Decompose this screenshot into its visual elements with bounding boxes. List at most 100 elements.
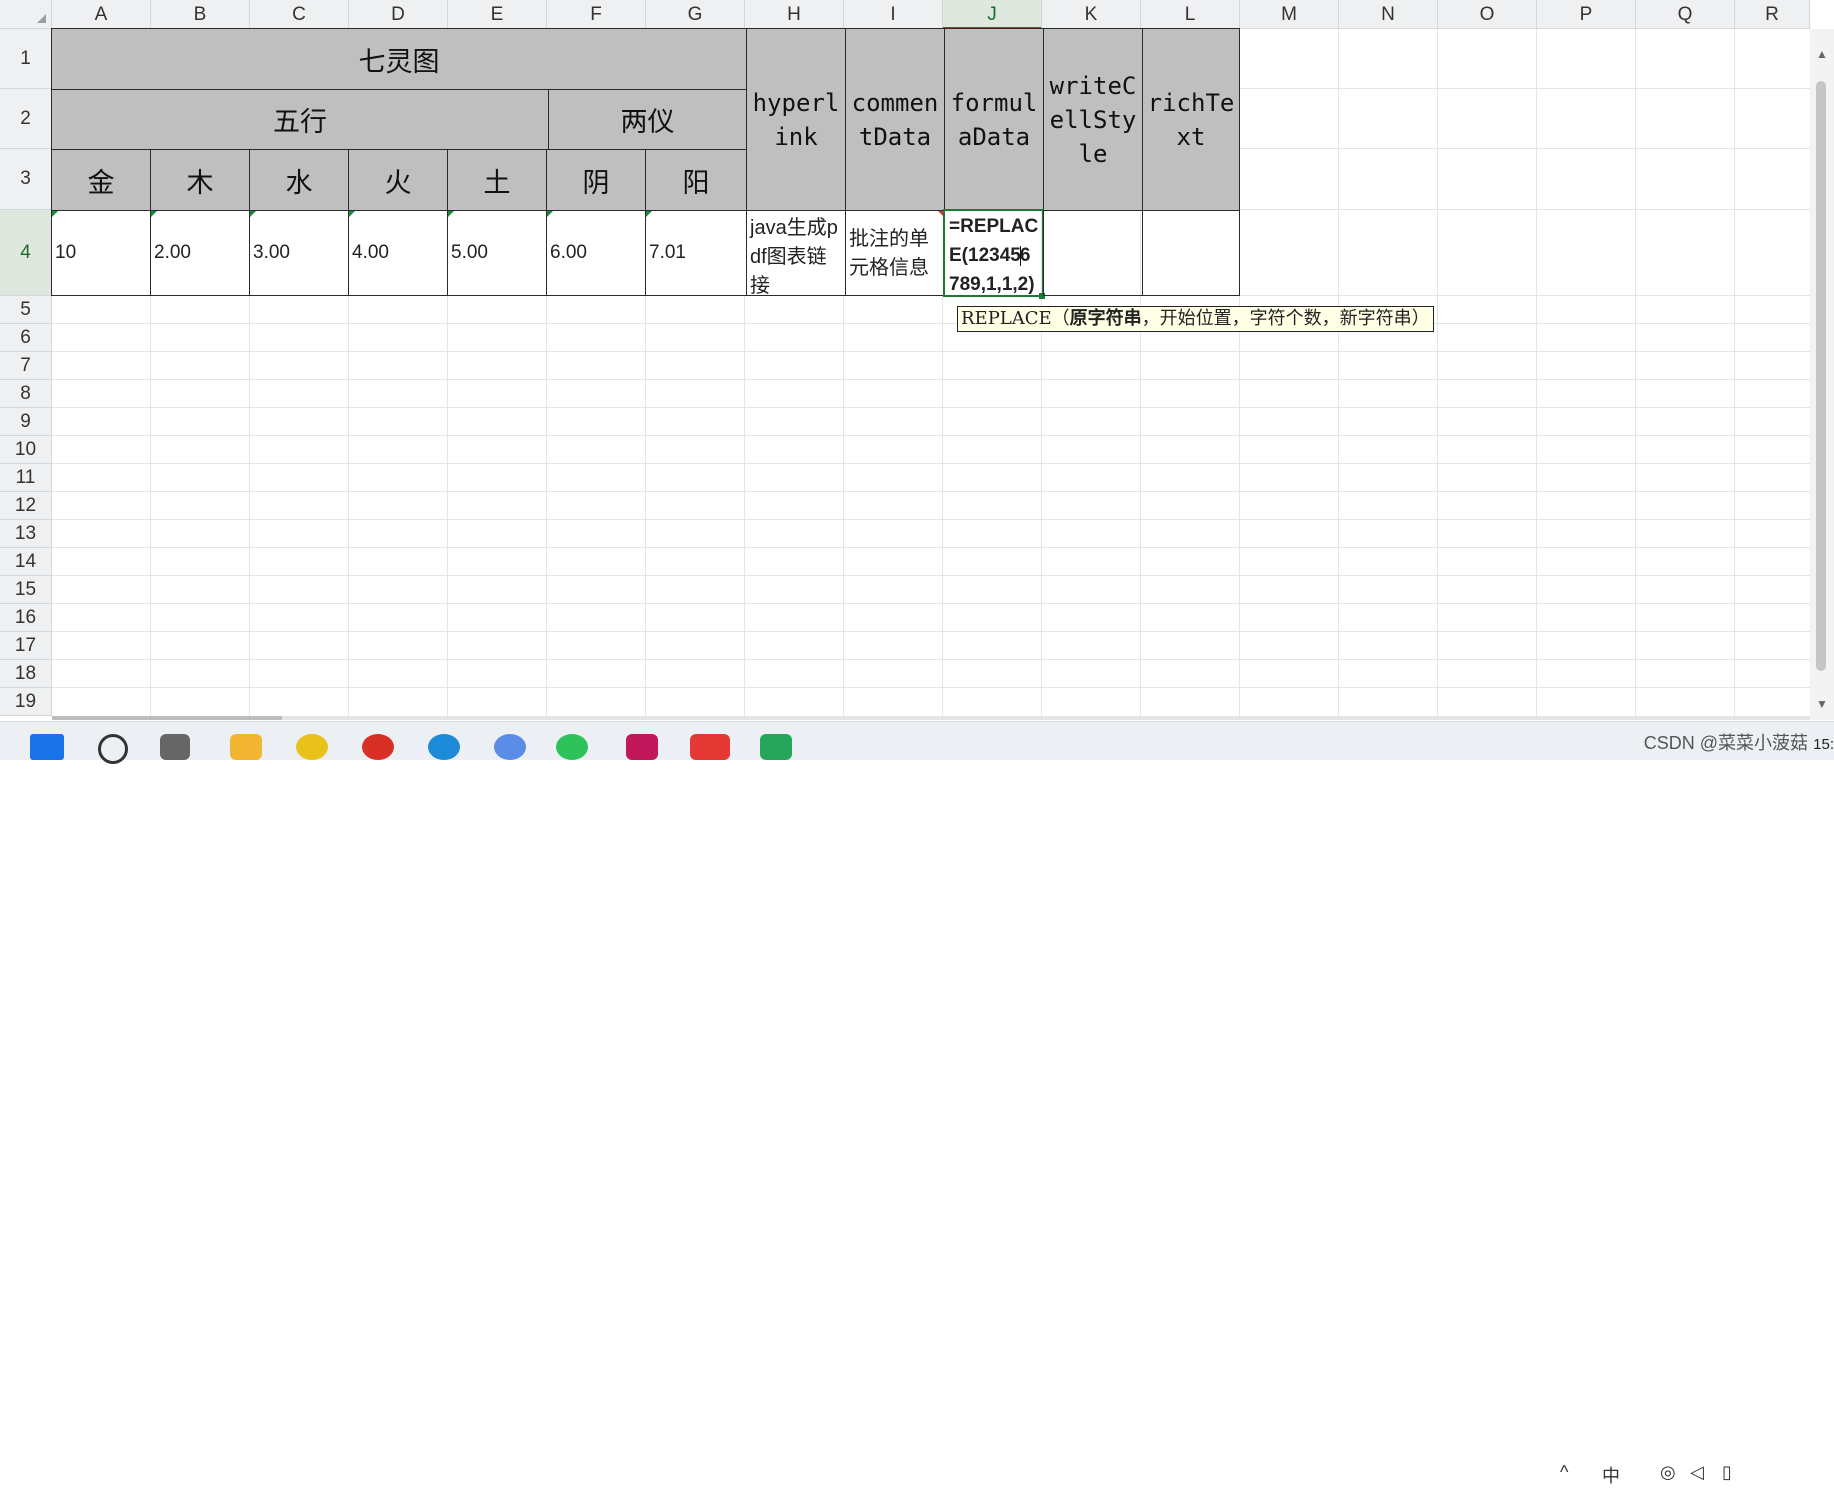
row-header-14[interactable]: 14: [0, 548, 52, 576]
row-header-2[interactable]: 2: [0, 89, 52, 149]
title-cell[interactable]: 七灵图: [51, 28, 747, 90]
wifi-icon[interactable]: ◎: [1660, 1462, 1676, 1483]
column-header-c[interactable]: C: [250, 0, 349, 29]
app-icon[interactable]: [296, 734, 328, 760]
row-header-6[interactable]: 6: [0, 324, 52, 352]
formuladata-header-cell[interactable]: formulaData: [944, 28, 1044, 211]
app-icon[interactable]: [760, 734, 792, 760]
intellij-icon[interactable]: [626, 734, 658, 760]
row-header-12[interactable]: 12: [0, 492, 52, 520]
writecellstyle-header-cell[interactable]: writeCellStyle: [1043, 28, 1143, 211]
column-header-q[interactable]: Q: [1636, 0, 1735, 29]
data-cell-g4[interactable]: 7.01: [645, 210, 747, 296]
chrome-icon[interactable]: [362, 734, 394, 760]
row-header-3[interactable]: 3: [0, 149, 52, 210]
header-cell-shui[interactable]: 水: [249, 149, 349, 211]
row-header-1[interactable]: 1: [0, 29, 52, 89]
tooltip-open-paren: （: [1051, 308, 1070, 329]
row-header-16[interactable]: 16: [0, 604, 52, 632]
richtext-header-cell[interactable]: richText: [1142, 28, 1240, 211]
spreadsheet-grid[interactable]: A B C D E F G H I J K L M N O P Q R 1 2 …: [0, 0, 1810, 720]
edge-icon[interactable]: [428, 734, 460, 760]
column-header-k[interactable]: K: [1042, 0, 1141, 29]
header-cell-jin[interactable]: 金: [51, 149, 151, 211]
task-view-icon[interactable]: [160, 734, 190, 760]
row-header-5[interactable]: 5: [0, 296, 52, 324]
column-header-a[interactable]: A: [52, 0, 151, 29]
gridline: [52, 575, 1810, 576]
scroll-up-arrow-icon[interactable]: ▲: [1816, 47, 1828, 61]
row-header-11[interactable]: 11: [0, 464, 52, 492]
search-icon[interactable]: [98, 734, 128, 764]
wuxing-header-cell[interactable]: 五行: [51, 89, 549, 150]
chevron-up-icon[interactable]: ^: [1560, 1462, 1568, 1483]
column-header-p[interactable]: P: [1537, 0, 1636, 29]
csdn-watermark: CSDN @菜菜小菠菇: [1643, 733, 1808, 753]
volume-icon[interactable]: ◁: [1690, 1462, 1704, 1483]
data-cell-b4[interactable]: 2.00: [150, 210, 250, 296]
vertical-scrollbar[interactable]: ▲ ▼: [1810, 29, 1834, 720]
column-header-h[interactable]: H: [745, 0, 844, 29]
hyperlink-cell-text[interactable]: java生成pdf图表链接: [750, 217, 838, 295]
column-header-j[interactable]: J: [943, 0, 1042, 29]
column-header-e[interactable]: E: [448, 0, 547, 29]
row-header-15[interactable]: 15: [0, 576, 52, 604]
select-all-corner[interactable]: [0, 0, 52, 29]
app-icon[interactable]: [494, 734, 526, 760]
column-header-o[interactable]: O: [1438, 0, 1537, 29]
row-header-8[interactable]: 8: [0, 380, 52, 408]
header-cell-huo[interactable]: 火: [348, 149, 448, 211]
data-cell-f4[interactable]: 6.00: [546, 210, 646, 296]
column-header-i[interactable]: I: [844, 0, 943, 29]
column-header-r[interactable]: R: [1735, 0, 1810, 29]
comment-cell-i4[interactable]: 批注的单元格信息: [845, 210, 945, 296]
data-cell-e4[interactable]: 5.00: [447, 210, 547, 296]
data-cell-a4[interactable]: 10: [51, 210, 151, 296]
column-header-n[interactable]: N: [1339, 0, 1438, 29]
header-cell-tu[interactable]: 土: [447, 149, 547, 211]
hyperlink-header-cell[interactable]: hyperlink: [746, 28, 846, 211]
row-header-13[interactable]: 13: [0, 520, 52, 548]
data-cell-c4[interactable]: 3.00: [249, 210, 349, 296]
column-header-f[interactable]: F: [547, 0, 646, 29]
row-header-7[interactable]: 7: [0, 352, 52, 380]
data-cell-k4[interactable]: [1043, 210, 1143, 296]
column-header-g[interactable]: G: [646, 0, 745, 29]
row-header-9[interactable]: 9: [0, 408, 52, 436]
wechat-icon[interactable]: [556, 734, 588, 760]
liangyi-header-cell[interactable]: 两仪: [548, 89, 747, 150]
scroll-down-arrow-icon[interactable]: ▼: [1816, 697, 1828, 711]
battery-icon[interactable]: ▯: [1722, 1462, 1732, 1483]
gridline: [52, 547, 1810, 548]
row-header-4[interactable]: 4: [0, 210, 52, 296]
row-header-19[interactable]: 19: [0, 688, 52, 716]
commentdata-header-cell[interactable]: commentData: [845, 28, 945, 211]
column-header-d[interactable]: D: [349, 0, 448, 29]
ime-indicator[interactable]: 中: [1602, 1462, 1620, 1488]
data-cell-l4[interactable]: [1142, 210, 1240, 296]
data-cell-d4[interactable]: 4.00: [348, 210, 448, 296]
row-header-10[interactable]: 10: [0, 436, 52, 464]
gridline: [52, 379, 1810, 380]
corner-triangle-icon: [37, 14, 46, 23]
data-cell-value: 6.00: [550, 242, 587, 263]
tooltip-remaining-arguments: ，开始位置，字符个数，新字符串: [1141, 308, 1412, 329]
column-header-b[interactable]: B: [151, 0, 250, 29]
header-cell-yin[interactable]: 阴: [546, 149, 646, 211]
column-header-l[interactable]: L: [1141, 0, 1240, 29]
wps-icon[interactable]: [690, 734, 730, 760]
header-cell-mu[interactable]: 木: [150, 149, 250, 211]
vertical-scroll-thumb[interactable]: [1816, 81, 1826, 671]
gridline: [52, 631, 1810, 632]
hyperlink-cell-h4[interactable]: java生成pdf图表链接: [746, 210, 846, 296]
header-cell-yang[interactable]: 阳: [645, 149, 747, 211]
horizontal-scrollbar[interactable]: [52, 716, 1810, 720]
windows-start-icon[interactable]: [30, 734, 64, 760]
row-header-18[interactable]: 18: [0, 660, 52, 688]
clock[interactable]: 15:: [1813, 736, 1834, 753]
horizontal-scroll-thumb[interactable]: [52, 716, 282, 720]
file-explorer-icon[interactable]: [230, 734, 262, 760]
formula-cell-j4-editing[interactable]: =REPLACE(123456789,1,1,2): [943, 209, 1044, 297]
column-header-m[interactable]: M: [1240, 0, 1339, 29]
row-header-17[interactable]: 17: [0, 632, 52, 660]
